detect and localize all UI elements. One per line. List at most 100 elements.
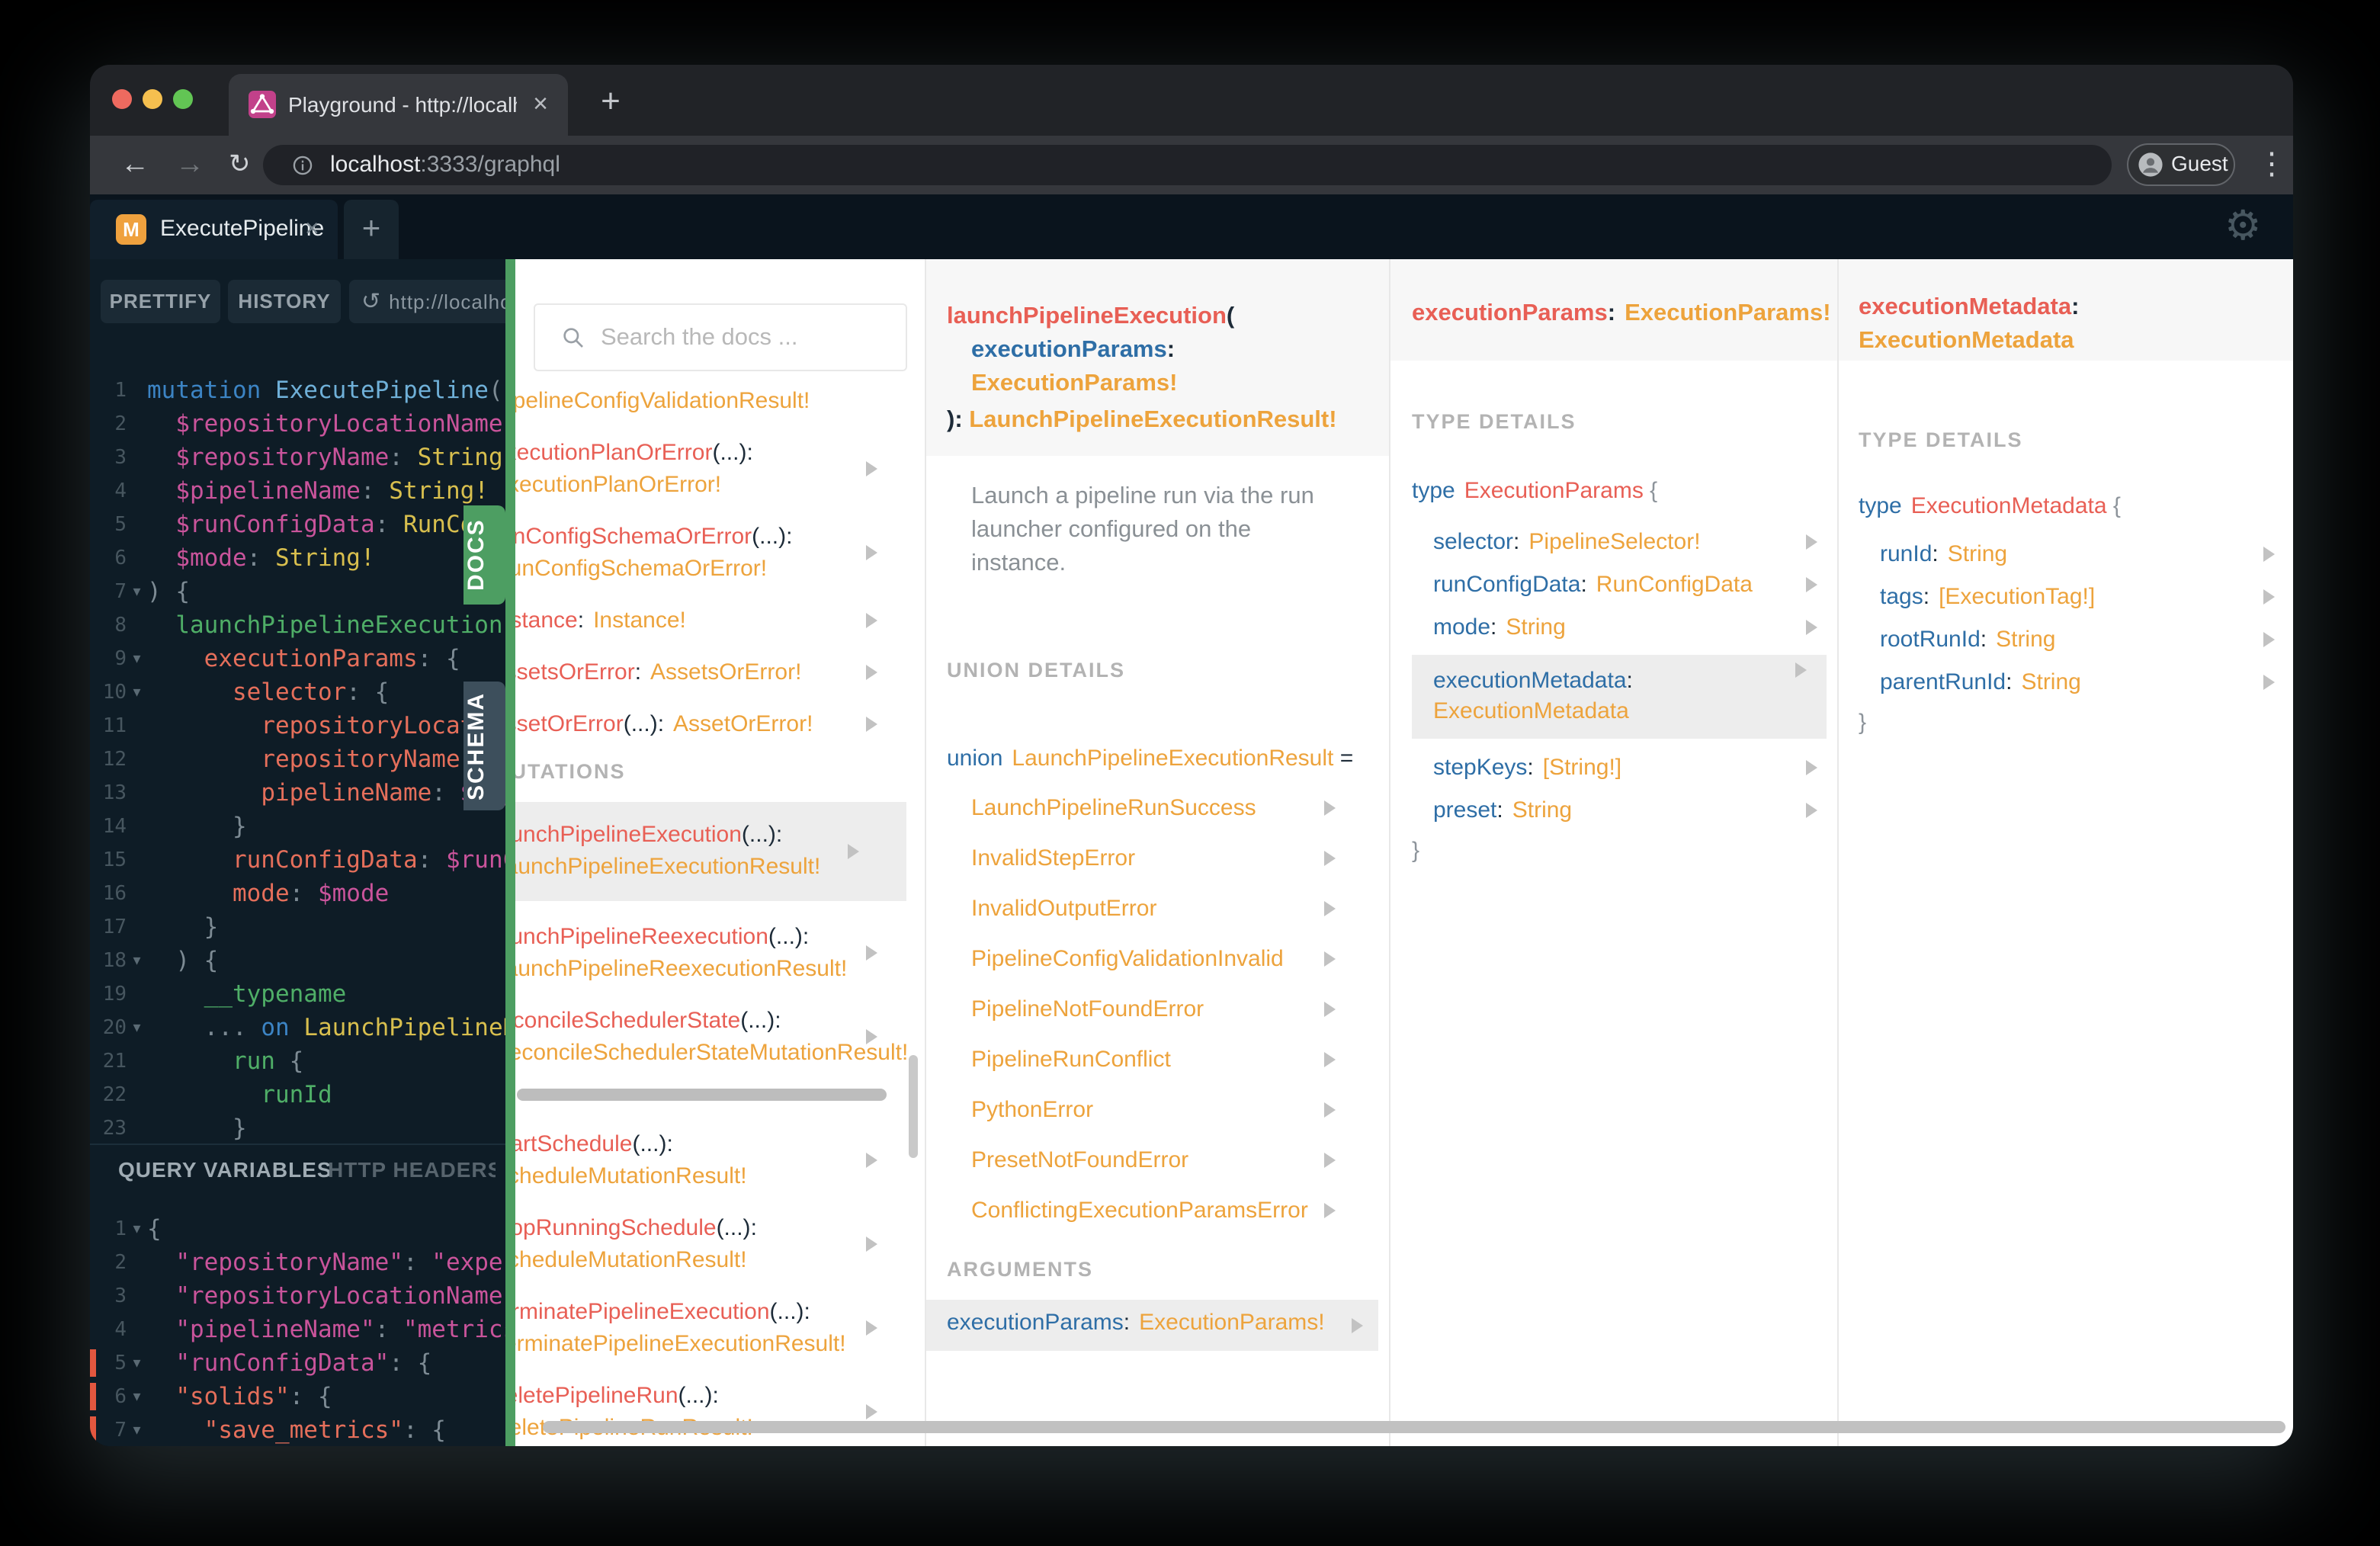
code-text[interactable]: "repositoryLocationName": [147,1279,505,1313]
forward-icon[interactable]: → [175,136,204,194]
tab-query-variables[interactable]: QUERY VARIABLES [118,1158,332,1182]
code-text[interactable]: } [147,1111,505,1145]
settings-gear-icon[interactable]: ⚙ [2224,199,2261,252]
code-text[interactable]: run { [147,1044,505,1078]
type-field-row[interactable]: mode: String [1412,612,1837,643]
code-text[interactable]: pipelineName: $pipelineName [147,776,505,810]
union-member-row[interactable]: PythonError [971,1095,1389,1125]
code-text[interactable]: } [147,910,505,944]
code-text[interactable]: "save_metrics": { [147,1413,505,1446]
code-text[interactable]: } [147,810,505,843]
window-minimize-button[interactable] [143,89,162,109]
code-text[interactable]: ) { [147,575,505,608]
tab-close-icon[interactable]: × [533,74,548,136]
argument-row[interactable]: executionParams: ExecutionParams! [926,1300,1378,1351]
code-text[interactable]: runConfigData: $runConfigData [147,843,505,877]
code-text[interactable]: runId [147,1078,505,1111]
fold-arrow-icon[interactable]: ▾ [127,1380,147,1413]
new-tab-button[interactable]: + [585,75,636,130]
fold-arrow-icon[interactable]: ▾ [127,675,147,709]
type-field-row[interactable]: parentRunId: String [1859,667,2293,698]
union-member-row[interactable]: PipelineNotFoundError [971,994,1389,1025]
code-text[interactable]: __typename [147,977,505,1011]
type-field-row[interactable]: rootRunId: String [1859,624,2293,655]
fold-arrow-icon[interactable]: ▾ [127,1212,147,1246]
docs-divider-strip[interactable] [505,259,515,1446]
code-text[interactable]: repositoryName: $repositoryName [147,743,505,776]
doc-list-item[interactable]: launchPipelineExecution(...): LaunchPipel… [515,802,906,901]
back-icon[interactable]: ← [120,136,149,194]
code-text[interactable]: $mode: String! [147,541,505,575]
code-text[interactable]: launchPipelineExecution( [147,608,505,642]
horizontal-scrollbar-thumb[interactable] [517,1089,887,1101]
doc-list-item[interactable]: assetsOrError: AssetsOrError! [515,656,925,688]
doc-list-item[interactable]: reconcileSchedulerState(...): ReconcileSc… [515,1005,925,1069]
site-info-icon[interactable] [292,155,313,176]
union-member-row[interactable]: InvalidStepError [971,843,1389,874]
code-text[interactable]: $pipelineName: String! [147,474,505,508]
fold-arrow-icon[interactable]: ▾ [127,944,147,977]
vertical-scrollbar-thumb[interactable] [909,1055,918,1158]
address-bar[interactable]: localhost:3333/graphql [263,145,2112,185]
code-text[interactable]: repositoryLocationName: $repositoryLocat… [147,709,505,743]
search-input[interactable] [599,310,892,364]
doc-list-item[interactable]: executionPlanOrError(...): ExecutionPlanO… [515,437,925,501]
fold-arrow-icon[interactable]: ▾ [127,1413,147,1446]
menu-kebab-icon[interactable]: ⋮ [2257,136,2287,194]
code-text[interactable]: $runConfigData: RunConfigData! [147,508,505,541]
doc-list-item[interactable]: assetOrError(...): AssetOrError! [515,708,925,740]
code-text[interactable]: mutation ExecutePipeline( [147,374,505,407]
profile-button[interactable]: Guest [2127,143,2235,186]
type-field-row[interactable]: selector: PipelineSelector! [1412,527,1837,557]
tab-http-headers[interactable]: HTTP HEADERS [328,1158,496,1182]
doc-list-item[interactable]: runConfigSchemaOrError(...): RunConfigSch… [515,521,925,585]
doc-list-item[interactable]: instance: Instance! [515,605,925,637]
type-field-row[interactable]: tags: [ExecutionTag!] [1859,582,2293,612]
code-text[interactable]: mode: $mode [147,877,505,910]
code-text[interactable]: "pipelineName": "metrics [147,1313,505,1346]
code-text[interactable]: ) { [147,944,505,977]
docs-search-box[interactable] [534,303,907,371]
union-member-row[interactable]: PipelineRunConflict [971,1044,1389,1075]
type-field-row[interactable]: runId: String [1859,539,2293,569]
doc-list-item[interactable]: startSchedule(...): ScheduleMutationResul… [515,1128,925,1192]
query-editor[interactable]: 1 mutation ExecutePipeline(2 $repositoryL… [90,374,505,1145]
session-tab[interactable]: M ExecutePipeline × [90,200,338,259]
type-field-row[interactable]: runConfigData: RunConfigData [1412,569,1837,600]
fold-arrow-icon[interactable]: ▾ [127,1346,147,1380]
variables-editor[interactable]: 1▾{2 "repositoryName": "exper3 "reposito… [90,1212,505,1446]
add-session-button[interactable]: + [344,200,399,259]
session-close-icon[interactable]: × [305,200,319,259]
doc-list-item[interactable]: launchPipelineReexecution(...): LaunchPip… [515,921,925,985]
union-member-row[interactable]: PipelineConfigValidationInvalid [971,944,1389,974]
union-member-row[interactable]: LaunchPipelineRunSuccess [971,793,1389,823]
code-text[interactable]: $repositoryLocationName: String! [147,407,505,441]
type-field-row[interactable]: preset: String [1412,795,1837,826]
type-field-row[interactable]: executionMetadata: ExecutionMetadata [1412,655,1827,739]
prettify-button[interactable]: PRETTIFY [101,280,220,323]
union-member-row[interactable]: PresetNotFoundError [971,1145,1389,1176]
history-button[interactable]: HISTORY [228,280,341,323]
fold-arrow-icon[interactable]: ▾ [127,642,147,675]
browser-tab[interactable]: Playground - http://localhost:3 × [229,74,568,136]
code-text[interactable]: $repositoryName: String! [147,441,505,474]
doc-list-item[interactable]: deletePipelineRun(...):DeletePipelineRun… [515,1380,925,1444]
code-text[interactable]: "solids": { [147,1380,505,1413]
doc-list-item[interactable]: terminatePipelineExecution(...): Terminat… [515,1296,925,1360]
window-zoom-button[interactable] [173,89,193,109]
code-text[interactable]: "runConfigData": { [147,1346,505,1380]
tab-schema[interactable]: SCHEMA [463,682,505,810]
window-close-button[interactable] [112,89,132,109]
tab-docs[interactable]: DOCS [463,505,505,605]
endpoint-input[interactable]: ↺ http://localhost:3333/graphql [349,280,505,323]
doc-list-item[interactable]: PipelineConfigValidationResult! [515,385,925,417]
union-member-row[interactable]: InvalidOutputError [971,893,1389,924]
union-member-row[interactable]: ConflictingExecutionParamsError [971,1195,1389,1226]
code-text[interactable]: executionParams: { [147,642,505,675]
reload-icon[interactable]: ↻ [229,136,251,194]
fold-arrow-icon[interactable]: ▾ [127,1011,147,1044]
type-field-row[interactable]: stepKeys: [String!] [1412,752,1837,783]
doc-list-item[interactable]: stopRunningSchedule(...):ScheduleMutatio… [515,1212,925,1276]
code-text[interactable]: { [147,1212,505,1246]
code-text[interactable]: ... on LaunchPipelineRunSuccess { [147,1011,505,1044]
